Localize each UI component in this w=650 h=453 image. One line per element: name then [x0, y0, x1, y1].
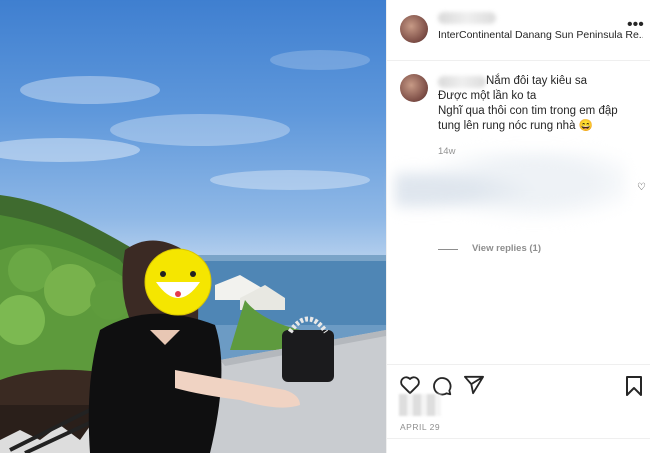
- caption-line: Được một lần ko ta: [438, 90, 537, 102]
- photo-scene: [0, 50, 386, 453]
- caption-line: Nắm đôi tay kiêu sa: [486, 75, 587, 87]
- location-link[interactable]: InterContinental Danang Sun Peninsula Re…: [438, 29, 643, 41]
- more-options-icon[interactable]: •••: [627, 16, 644, 34]
- caption-line: tung lên rung nóc rung nhà 😄: [438, 120, 593, 132]
- post-date[interactable]: APRIL 29: [400, 422, 440, 432]
- view-replies-link[interactable]: View replies (1): [472, 243, 541, 254]
- avatar[interactable]: [400, 15, 428, 43]
- replies-divider: [438, 249, 458, 250]
- redacted-comment: [395, 150, 627, 230]
- bookmark-icon[interactable]: [625, 375, 643, 402]
- likes-redacted: [399, 394, 441, 416]
- post-photo: [0, 0, 386, 453]
- small-heart-icon[interactable]: ♡: [637, 182, 646, 193]
- caption-line: Nghĩ qua thôi con tim trong em đập: [438, 105, 618, 117]
- paper-plane-icon[interactable]: [463, 375, 485, 400]
- post-header: InterContinental Danang Sun Peninsula Re…: [387, 0, 650, 61]
- post-detail-panel: InterContinental Danang Sun Peninsula Re…: [386, 0, 650, 453]
- comment-avatar[interactable]: [400, 74, 428, 102]
- caption: Nắm đôi tay kiêu sa Được một lần ko ta N…: [438, 74, 643, 134]
- divider: [387, 438, 650, 439]
- username-redacted[interactable]: [438, 12, 496, 24]
